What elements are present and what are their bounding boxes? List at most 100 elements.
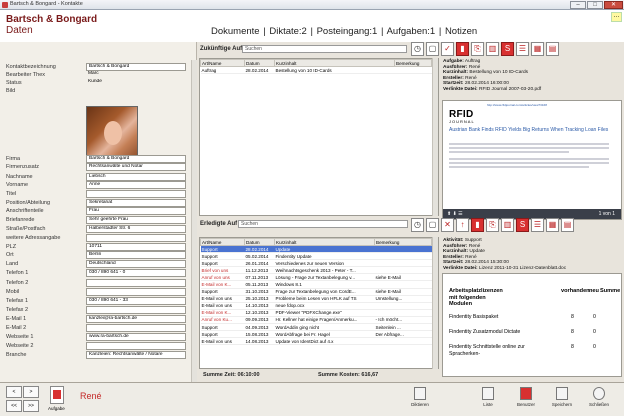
- field-row: Webseite 1 www.ra-bartsch.de: [0, 333, 197, 341]
- export-icon[interactable]: ▤: [546, 42, 559, 56]
- detail-line: Verlinkte Datei: Lizenz 2011-10-31 Lizen…: [443, 265, 567, 271]
- field-value[interactable]: Kunde: [86, 79, 186, 87]
- new-task-icon[interactable]: ▢: [426, 42, 439, 56]
- minimize-button[interactable]: –: [570, 1, 586, 9]
- maximize-button[interactable]: □: [587, 1, 603, 9]
- table-row[interactable]: E-Mail von uns 14.10.2013 neue fdop.ocx: [200, 302, 432, 310]
- table-row[interactable]: E-Mail von K... 12.10.2013 PDF-Viewer "PDF…: [200, 309, 432, 317]
- check-icon[interactable]: ✓: [441, 42, 454, 56]
- table-row[interactable]: Support 31.10.2013 Frage zur Textanbelegun…: [200, 288, 432, 296]
- table-row[interactable]: E-Mail von uns 25.10.2013 Probleme beim Le…: [200, 295, 432, 303]
- field-value[interactable]: [86, 342, 186, 350]
- field-label: Titel: [6, 191, 17, 197]
- dictate-button[interactable]: Diktieren: [404, 387, 436, 407]
- user-button[interactable]: Benutzer: [510, 387, 542, 407]
- s-icon-2[interactable]: S: [516, 218, 529, 232]
- field-value[interactable]: [86, 324, 186, 332]
- contact-scrollbar[interactable]: [191, 60, 197, 382]
- field-value[interactable]: [86, 306, 186, 314]
- field-value[interactable]: Marc: [86, 71, 186, 79]
- field-value[interactable]: [86, 279, 186, 287]
- close-button[interactable]: Schließen: [583, 387, 615, 407]
- field-value[interactable]: Liebsch: [86, 173, 186, 181]
- table-row[interactable]: Anruf von Ku... 09.09.2013 Hr. Kellner hat…: [200, 316, 432, 325]
- filter-icon[interactable]: ▥: [486, 42, 499, 56]
- field-label: Briefanrede: [6, 217, 35, 223]
- field-value[interactable]: Rechtsanwälte und Notar: [86, 163, 186, 171]
- field-value[interactable]: [86, 190, 186, 198]
- table-row[interactable]: Support 05.02.2014 Findentity Update: [200, 252, 432, 261]
- field-value[interactable]: Bartsch & Bongard: [86, 63, 186, 71]
- field-value[interactable]: [86, 288, 186, 296]
- tab-notizen[interactable]: Notizen: [445, 26, 477, 37]
- table-row[interactable]: Brief von uns 11.12.2013 Weihnachtsgeschen…: [200, 266, 432, 275]
- filter-icon-2[interactable]: ▥: [501, 218, 514, 232]
- list-icon[interactable]: ☰: [516, 42, 529, 56]
- field-label: Land: [6, 261, 19, 267]
- field-value[interactable]: kanzlei@ra-bartsch.de: [86, 315, 186, 323]
- field-value[interactable]: Sekretariat: [86, 199, 186, 207]
- table-row[interactable]: Support 04.09.2013 WordAddin ging nicht Sei…: [200, 323, 432, 332]
- upload-icon[interactable]: ↑: [456, 218, 469, 232]
- delete-entry-icon[interactable]: ✕: [441, 218, 454, 232]
- field-value[interactable]: Halberstadter Str. 6: [86, 225, 186, 233]
- document-preview[interactable]: Arbeitsplatzlizenzen mit folgenden Modul…: [442, 273, 622, 377]
- new-entry-icon[interactable]: ▢: [426, 218, 439, 232]
- pdf-preview[interactable]: http://www.rfidjournal.com/articles/view…: [442, 100, 622, 220]
- field-value[interactable]: Sehr geehrte Frau: [86, 216, 186, 224]
- pdf-icon[interactable]: ▮: [456, 42, 469, 56]
- field-value[interactable]: Kanzleien: Rechtsanwälte / Notare: [86, 351, 186, 359]
- calendar-icon[interactable]: ▦: [531, 42, 544, 56]
- field-value[interactable]: Deutschland: [86, 260, 186, 268]
- field-row: Firmenzusatz Rechtsanwälte und Notar: [0, 163, 197, 171]
- field-value[interactable]: 10711: [86, 243, 186, 251]
- close-window-button[interactable]: ✕: [604, 1, 623, 9]
- pdf-icon-2[interactable]: ▮: [471, 218, 484, 232]
- copy-icon-2[interactable]: ⎘: [486, 218, 499, 232]
- save-button[interactable]: Speichern: [546, 387, 578, 407]
- field-value[interactable]: Berlin: [86, 251, 186, 259]
- clock-icon[interactable]: ◷: [411, 42, 424, 56]
- tab-diktate[interactable]: Diktate:2: [269, 26, 307, 37]
- prev-record-button[interactable]: <: [6, 386, 22, 398]
- field-value[interactable]: Bartsch & Bongard: [86, 155, 186, 163]
- field-value[interactable]: [86, 234, 186, 242]
- last-record-button[interactable]: >>: [23, 400, 39, 412]
- tab-dokumente[interactable]: Dokumente: [211, 26, 260, 37]
- field-label: Firma: [6, 156, 21, 162]
- table-row[interactable]: Support 26.01.2014 Verschiedenes zur neuen…: [200, 259, 432, 268]
- note-button[interactable]: …: [611, 12, 622, 22]
- copy-icon[interactable]: ⎘: [471, 42, 484, 56]
- future-scrollbar[interactable]: [432, 58, 438, 216]
- next-record-button[interactable]: >: [23, 386, 39, 398]
- future-search-input[interactable]: Suchen: [242, 45, 407, 53]
- export-icon-2[interactable]: ▤: [561, 218, 574, 232]
- table-row[interactable]: Support 28.02.2014 Update: [200, 245, 432, 254]
- clock-icon-2[interactable]: ◷: [411, 218, 424, 232]
- field-value[interactable]: 030 / 890 641 - 0: [86, 269, 186, 277]
- list-button[interactable]: Liste: [472, 387, 504, 407]
- table-row[interactable]: E-Mail von uns 14.08.2013 Update von Ident…: [200, 337, 432, 346]
- calendar-icon-2[interactable]: ▦: [546, 218, 559, 232]
- field-row: Briefanrede Sehr geehrte Frau: [0, 216, 197, 224]
- first-record-button[interactable]: <<: [6, 400, 22, 412]
- table-row[interactable]: Auftrag 28.02.2014 Bestellung von 10 ID-Ca…: [200, 66, 432, 75]
- table-row[interactable]: Support 15.08.2013 WordAbfrage bei Fr. Hag…: [200, 330, 432, 339]
- field-label: Nachname: [6, 174, 33, 180]
- list-icon-2[interactable]: ☰: [531, 218, 544, 232]
- task-icon[interactable]: [50, 386, 64, 404]
- field-value[interactable]: Anne: [86, 181, 186, 189]
- table-row[interactable]: E-Mail von K... 05.11.2013 Windows 8.1: [200, 280, 432, 289]
- s-icon[interactable]: S: [501, 42, 514, 56]
- tab-posteingang[interactable]: Posteingang:1: [317, 26, 378, 37]
- field-value[interactable]: 030 / 890 641 - 33: [86, 297, 186, 305]
- done-tasks-heading: Erledigte Auf: [200, 221, 238, 227]
- done-search-input[interactable]: Suchen: [238, 220, 408, 228]
- field-row: Straße/Postfach Halberstadter Str. 6: [0, 225, 197, 233]
- done-scrollbar[interactable]: [432, 237, 438, 369]
- field-value[interactable]: Frau: [86, 207, 186, 215]
- table-row[interactable]: Anruf von uns 07.11.2013 Lösung - Frage zu…: [200, 273, 432, 282]
- tab-aufgaben[interactable]: Aufgaben:1: [387, 26, 436, 37]
- field-value[interactable]: www.ra-bartsch.de: [86, 333, 186, 341]
- field-row: Telefax 1 030 / 890 641 - 33: [0, 297, 197, 305]
